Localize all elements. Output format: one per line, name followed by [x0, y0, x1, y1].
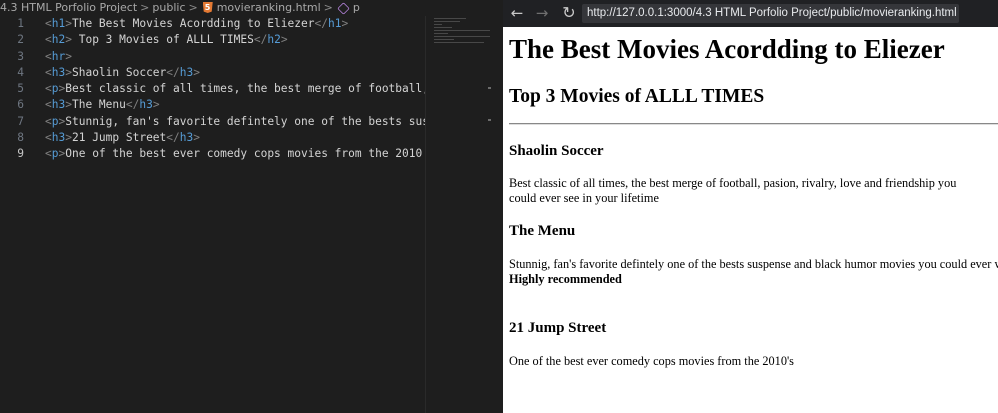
breadcrumb-file[interactable]: movieranking.html: [217, 0, 321, 16]
browser-toolbar: ← → ↻ http://127.0.0.1:3000/4.3 HTML Por…: [503, 0, 998, 27]
movie-description: Best classic of all times, the best merg…: [509, 176, 957, 205]
line-number: 1: [17, 17, 24, 30]
minimap-line: [434, 21, 460, 22]
code-text: <p>Stunnig, fan's favorite defintely one…: [45, 114, 443, 128]
code-line[interactable]: 2 <h2> Top 3 Movies of ALLL TIMES</h2>: [0, 32, 425, 48]
code-text: <p>One of the best ever comedy cops movi…: [45, 147, 442, 161]
code-text: <h3>The Menu</h3>: [45, 98, 160, 112]
breadcrumb: 4.3 HTML Porfolio Project>public>moviera…: [0, 0, 503, 16]
editor-scrollbar[interactable]: [490, 16, 503, 413]
line-number: 5: [17, 82, 24, 96]
horizontal-rule: [509, 123, 998, 125]
code-text: <h3>21 Jump Street</h3>: [45, 131, 200, 145]
minimap-line: [434, 36, 490, 37]
movie-description-text: Stunnig, fan's favorite defintely one of…: [509, 257, 998, 271]
minimap[interactable]: [425, 16, 491, 413]
line-number: 6: [17, 98, 24, 112]
code-line[interactable]: 9 <p>One of the best ever comedy cops mov…: [0, 146, 442, 162]
code-text: <hr>: [45, 49, 72, 63]
minimap-line: [434, 42, 484, 43]
breadcrumb-project[interactable]: 4.3 HTML Porfolio Project: [0, 0, 137, 16]
minimap-line: [434, 24, 442, 25]
code-editor[interactable]: 4.3 HTML Porfolio Project>public>moviera…: [0, 0, 503, 413]
reload-icon[interactable]: ↻: [559, 3, 579, 23]
code-line[interactable]: 7 <p>Stunnig, fan's favorite defintely on…: [0, 114, 442, 130]
line-number: 4: [17, 65, 24, 79]
page-heading: The Best Movies Acordding to Eliezer: [509, 34, 945, 64]
breadcrumb-symbol[interactable]: p: [353, 0, 360, 16]
line-number: 3: [17, 49, 24, 63]
code-text: <h1>The Best Movies Acordding to Eliezer…: [45, 17, 349, 30]
code-line[interactable]: 4 <h3>Shaolin Soccer</h3>: [0, 65, 425, 81]
back-arrow-icon[interactable]: ←: [507, 3, 527, 23]
movie-description: One of the best ever comedy cops movies …: [509, 354, 794, 368]
minimap-line: [434, 18, 466, 19]
code-text: <h2> Top 3 Movies of ALLL TIMES</h2>: [45, 33, 288, 47]
chevron-right-icon: >: [323, 1, 333, 14]
overflow-mark: [488, 87, 491, 89]
browser-window: ← → ↻ http://127.0.0.1:3000/4.3 HTML Por…: [503, 0, 998, 413]
address-bar[interactable]: http://127.0.0.1:3000/4.3 HTML Porfolio …: [582, 4, 959, 23]
minimap-line: [434, 30, 490, 31]
movie-description: Stunnig, fan's favorite defintely one of…: [509, 257, 998, 286]
code-area[interactable]: 1 <h1>The Best Movies Acordding to Elieze…: [0, 16, 442, 163]
movie-title: 21 Jump Street: [509, 320, 607, 336]
code-line[interactable]: 6 <h3>The Menu</h3>: [0, 97, 425, 113]
minimap-line: [434, 27, 452, 28]
code-line[interactable]: 1 <h1>The Best Movies Acordding to Elieze…: [0, 16, 425, 32]
forward-arrow-icon[interactable]: →: [532, 3, 552, 23]
line-number: 7: [17, 114, 24, 128]
line-number: 2: [17, 33, 24, 47]
minimap-line: [434, 39, 454, 40]
line-number: 9: [17, 147, 24, 161]
movie-title: Shaolin Soccer: [509, 143, 604, 159]
chevron-right-icon: >: [140, 1, 150, 14]
breadcrumb-folder[interactable]: public: [152, 0, 185, 16]
page-subheading: Top 3 Movies of ALLL TIMES: [509, 86, 765, 107]
minimap-line: [434, 33, 448, 34]
code-text: <h3>Shaolin Soccer</h3>: [45, 65, 200, 79]
chevron-right-icon: >: [188, 1, 198, 14]
html-file-icon: [202, 2, 213, 13]
line-number: 8: [17, 131, 24, 145]
code-line[interactable]: 5 <p>Best classic of all times, the best …: [0, 81, 442, 97]
rendered-page: The Best Movies Acordding to Eliezer Top…: [503, 27, 998, 413]
symbol-element-icon: [337, 2, 350, 15]
code-line[interactable]: 3 <hr>: [0, 49, 425, 65]
code-line[interactable]: 8 <h3>21 Jump Street</h3>: [0, 130, 425, 146]
overflow-mark: [488, 119, 491, 121]
movie-title: The Menu: [509, 223, 576, 239]
code-text: <p>Best classic of all times, the best m…: [45, 82, 443, 96]
recommendation-label: Highly recommended: [509, 271, 622, 286]
